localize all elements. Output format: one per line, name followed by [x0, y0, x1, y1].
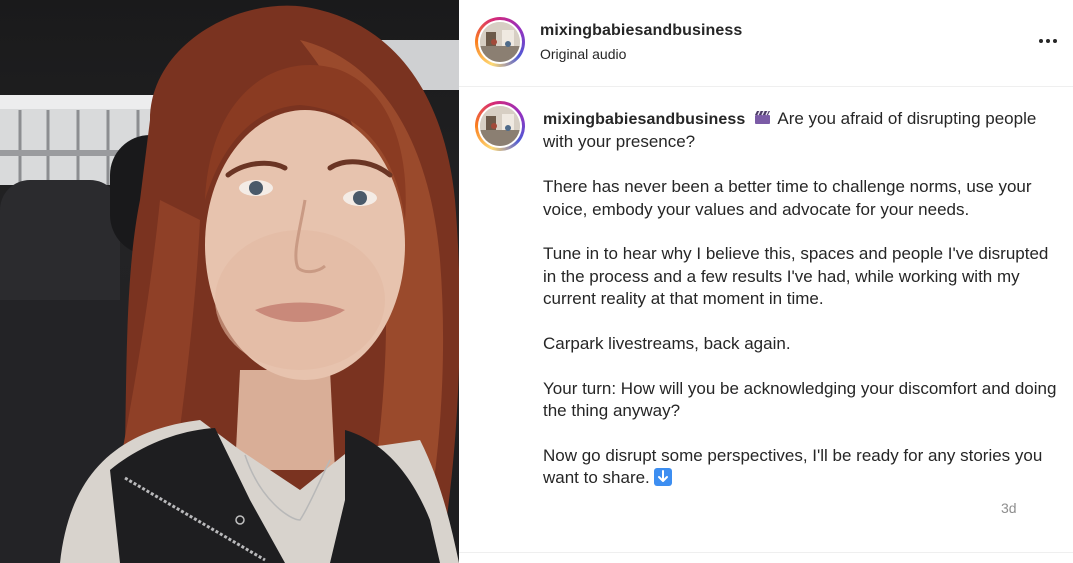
clapper-board-icon: [754, 109, 771, 124]
down-arrow-icon: [653, 468, 672, 487]
caption-paragraph: Your turn: How will you be acknowledging…: [543, 378, 1057, 421]
audio-link[interactable]: Original audio: [540, 46, 626, 62]
post-media[interactable]: [0, 0, 459, 563]
avatar[interactable]: [475, 17, 525, 67]
more-options-button[interactable]: [1037, 30, 1059, 52]
caption-paragraph: Carpark livestreams, back again.: [543, 334, 791, 354]
post-header: mixingbabiesandbusiness Original audio: [459, 0, 1073, 87]
caption-paragraph: Tune in to hear why I believe this, spac…: [543, 244, 1049, 309]
caption-paragraph: There has never been a better time to ch…: [543, 177, 1032, 219]
username[interactable]: mixingbabiesandbusiness: [540, 22, 742, 40]
divider: [459, 552, 1073, 553]
selfie-photo: [0, 5, 459, 563]
avatar-image: [480, 106, 520, 146]
more-horizontal-icon: [1039, 39, 1043, 43]
post-timestamp[interactable]: 3d: [1001, 500, 1017, 516]
caption-paragraph: mixingbabiesandbusiness Are you afraid of…: [543, 109, 1037, 152]
avatar-image: [480, 22, 520, 62]
post-details-panel: mixingbabiesandbusiness Original audio m…: [459, 0, 1073, 563]
caption-username[interactable]: mixingbabiesandbusiness: [543, 111, 745, 128]
post-viewer: mixingbabiesandbusiness Original audio m…: [0, 0, 1073, 563]
caption-avatar[interactable]: [475, 101, 525, 151]
post-caption: mixingbabiesandbusiness Are you afraid of…: [543, 108, 1058, 490]
caption-paragraph: Now go disrupt some perspectives, I'll b…: [543, 446, 1043, 488]
